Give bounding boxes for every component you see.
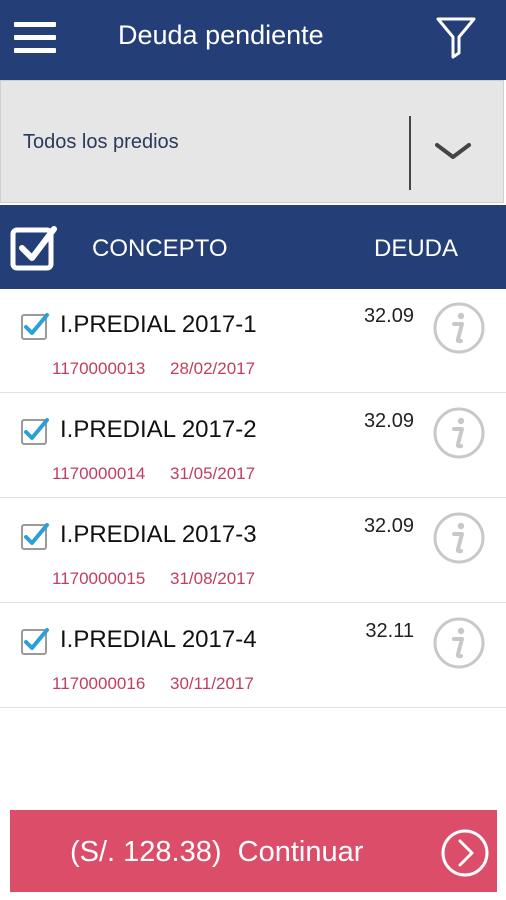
table-row[interactable]: I.PREDIAL 2017-1 32.09 1170000013 28/02/… (0, 289, 506, 393)
row-concept: I.PREDIAL 2017-3 (60, 521, 257, 548)
select-divider (409, 116, 411, 190)
app-bar: Deuda pendiente (0, 0, 506, 80)
info-icon[interactable] (432, 301, 486, 355)
chevron-down-icon (435, 143, 471, 159)
select-all-checkbox[interactable] (10, 223, 58, 271)
row-checkbox[interactable] (20, 311, 50, 341)
row-concept: I.PREDIAL 2017-2 (60, 416, 257, 443)
row-amount: 32.09 (363, 305, 414, 327)
filter-icon[interactable] (435, 15, 477, 59)
continue-button[interactable]: (S/. 128.38) Continuar (10, 810, 497, 892)
row-checkbox[interactable] (20, 416, 50, 446)
column-header-concept: CONCEPTO (92, 235, 228, 262)
page-title: Deuda pendiente (118, 20, 324, 50)
property-select-value: Todos los predios (23, 131, 179, 153)
row-date: 30/11/2017 (170, 674, 254, 693)
table-header: CONCEPTO DEUDA (0, 205, 506, 289)
row-amount: 32.09 (363, 410, 414, 432)
table-row[interactable]: I.PREDIAL 2017-3 32.09 1170000015 31/08/… (0, 499, 506, 603)
info-icon[interactable] (432, 406, 486, 460)
table-row[interactable]: I.PREDIAL 2017-4 32.11 1170000016 30/11/… (0, 604, 506, 708)
row-checkbox[interactable] (20, 521, 50, 551)
info-icon[interactable] (432, 616, 486, 670)
arrow-right-circle-icon (440, 828, 490, 878)
continue-button-label: (S/. 128.38) Continuar (70, 836, 364, 868)
row-concept: I.PREDIAL 2017-1 (60, 311, 257, 338)
row-date: 31/05/2017 (170, 464, 256, 483)
column-header-debt: DEUDA (373, 235, 458, 262)
row-checkbox[interactable] (20, 626, 50, 656)
property-select[interactable]: Todos los predios (0, 80, 504, 203)
row-code: 1170000016 (52, 674, 146, 693)
table-row[interactable]: I.PREDIAL 2017-2 32.09 1170000014 31/05/… (0, 394, 506, 498)
row-amount: 32.11 (365, 620, 414, 642)
row-code: 1170000013 (52, 359, 146, 378)
row-code: 1170000014 (52, 464, 146, 483)
row-date: 28/02/2017 (170, 359, 256, 378)
row-amount: 32.09 (363, 515, 414, 537)
row-date: 31/08/2017 (170, 569, 256, 588)
info-icon[interactable] (432, 511, 486, 565)
row-code: 1170000015 (52, 569, 146, 588)
row-concept: I.PREDIAL 2017-4 (60, 626, 257, 653)
hamburger-menu-icon[interactable] (14, 22, 56, 54)
